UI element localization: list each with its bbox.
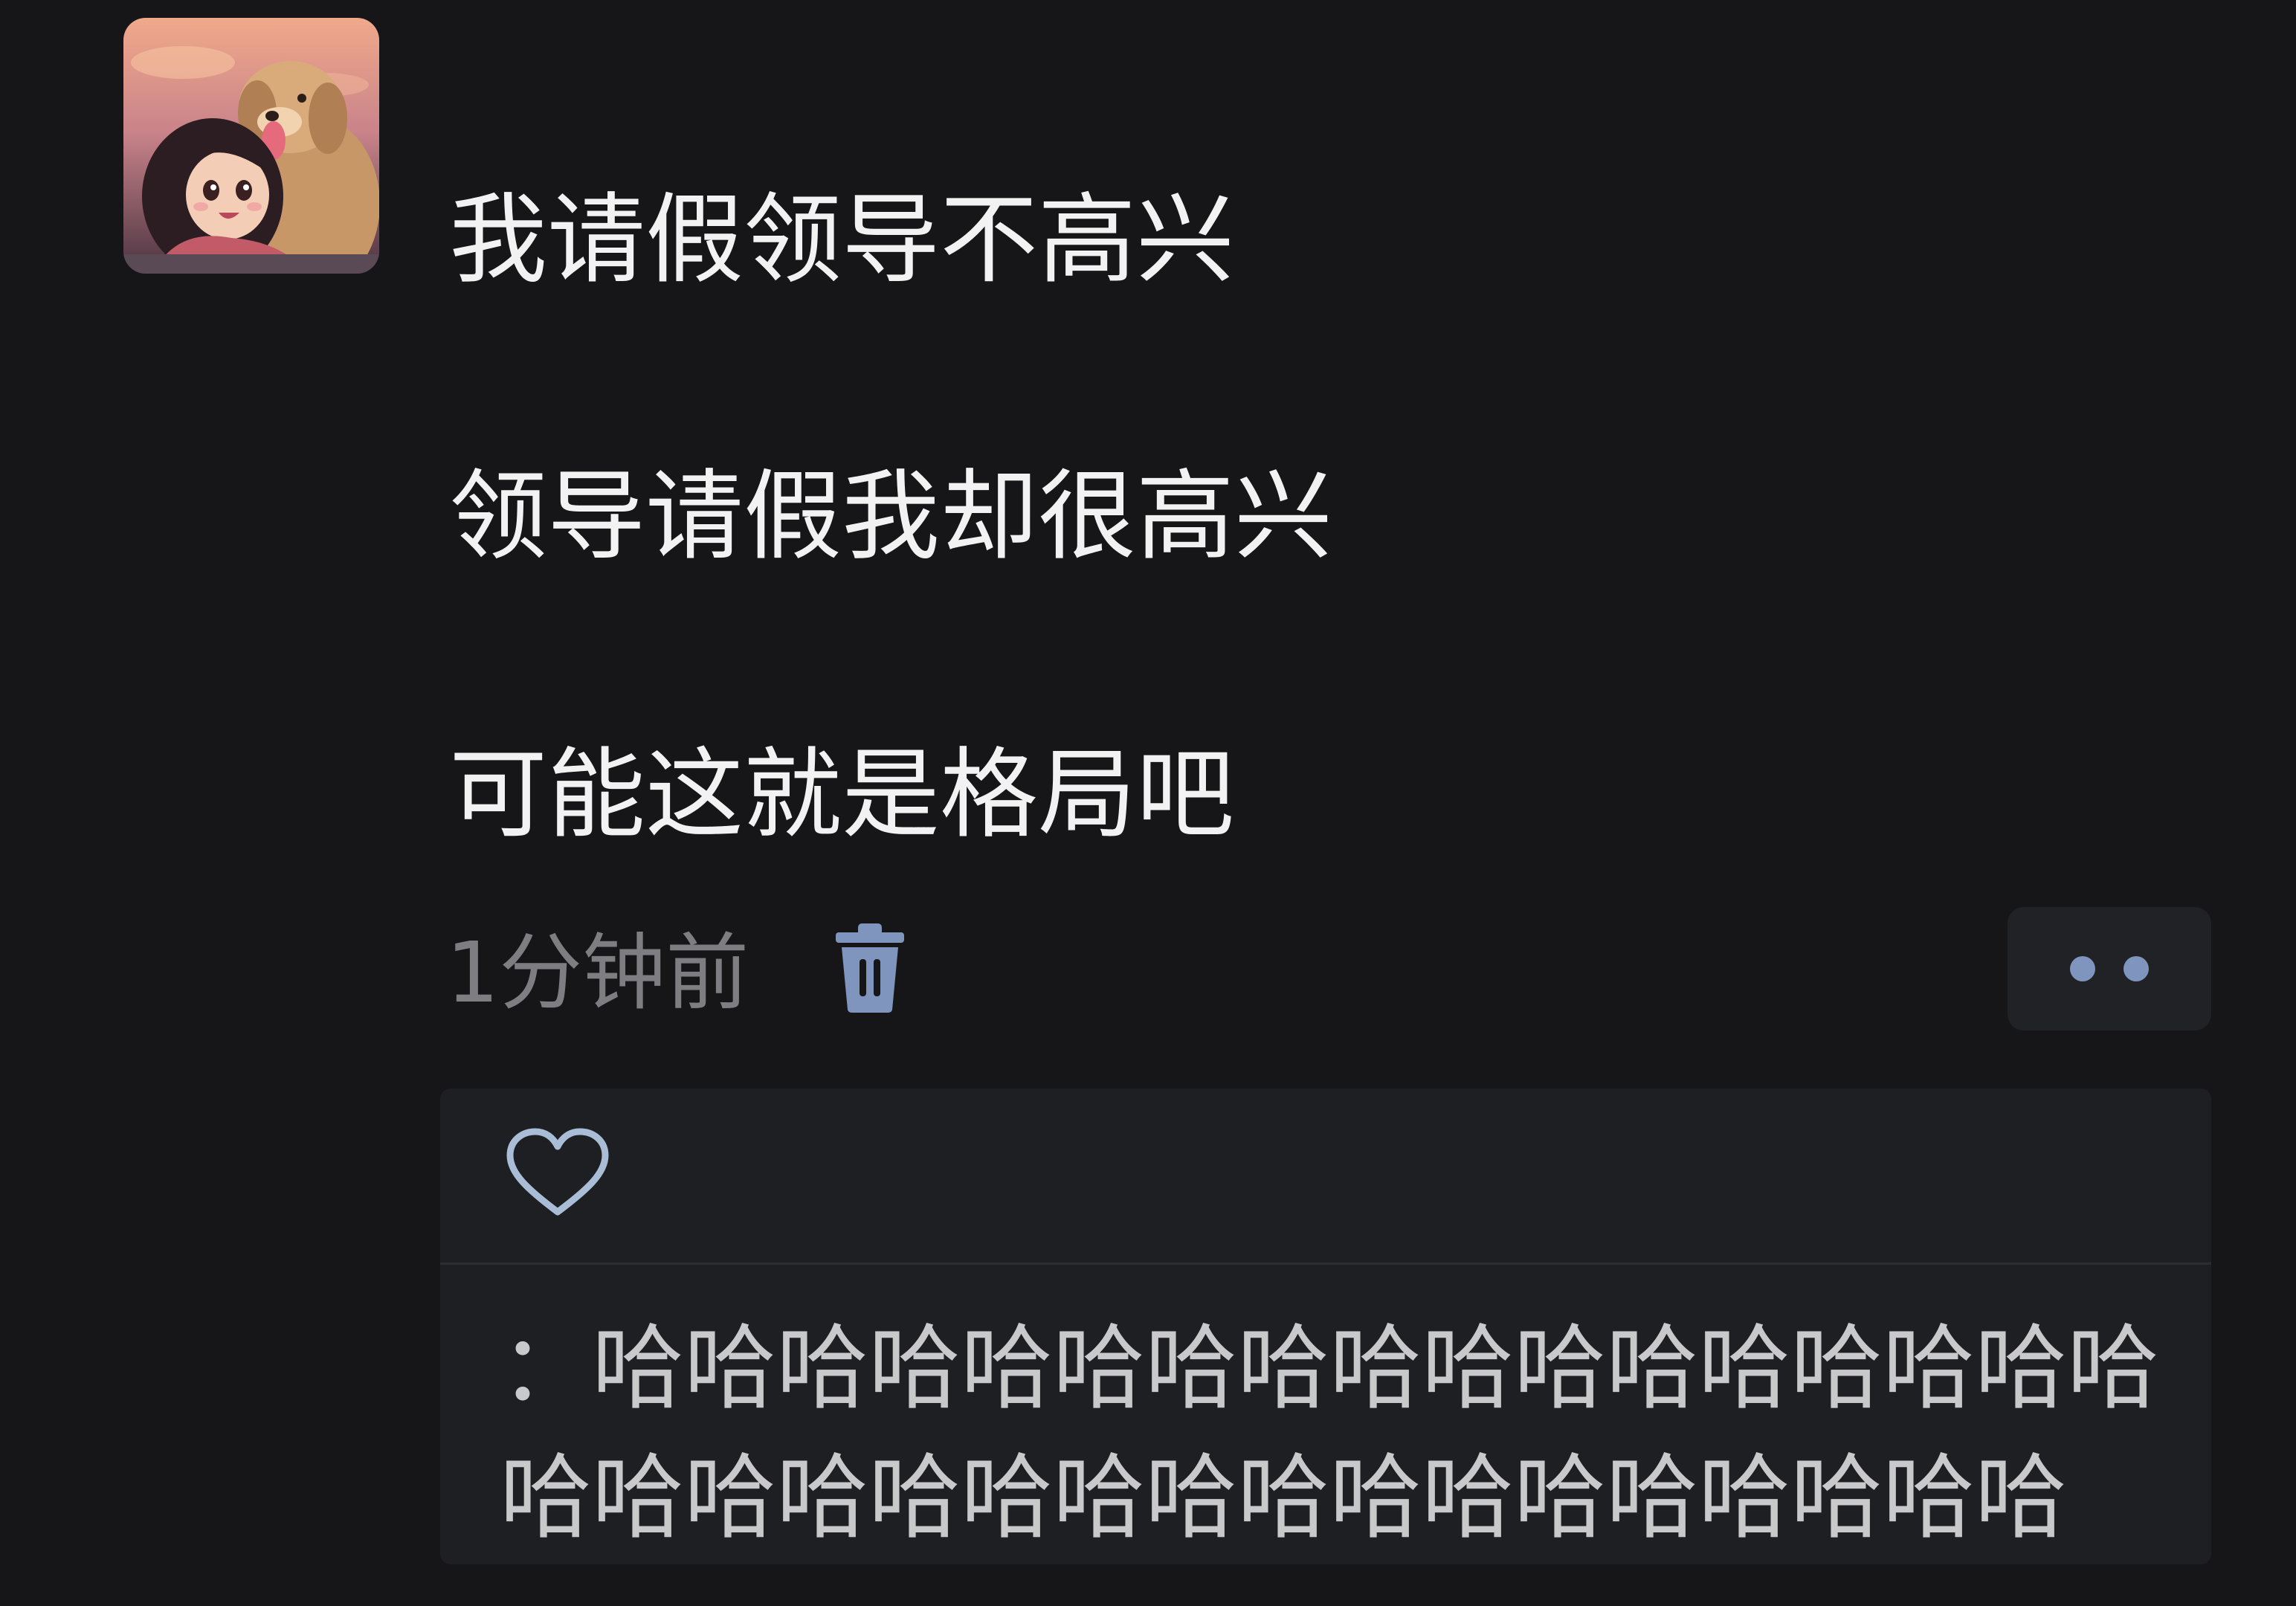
panel-divider (440, 1262, 2211, 1265)
post-timestamp: 1分钟前 (446, 925, 749, 1022)
more-dot-icon (2124, 956, 2149, 981)
heart-outline-icon[interactable] (506, 1127, 610, 1219)
post-line-2: 领导请假我却很高兴 (449, 459, 1332, 574)
more-dot-icon (2070, 956, 2095, 981)
trash-icon[interactable] (833, 922, 907, 1014)
interaction-panel: ：哈哈哈哈哈哈哈哈哈哈哈哈哈哈哈哈哈哈哈哈哈哈哈哈哈哈哈哈哈哈哈哈哈哈 (440, 1089, 2211, 1564)
post-line-3: 可能这就是格局吧 (449, 738, 1234, 852)
avatar-image (123, 18, 379, 274)
comment-item[interactable]: ：哈哈哈哈哈哈哈哈哈哈哈哈哈哈哈哈哈哈哈哈哈哈哈哈哈哈哈哈哈哈哈哈哈哈 (500, 1304, 2165, 1563)
post-line-1: 我请假领导不高兴 (449, 183, 1234, 297)
more-button[interactable] (2008, 907, 2211, 1031)
avatar[interactable] (123, 18, 379, 274)
comment-text: 哈哈哈哈哈哈哈哈哈哈哈哈哈哈哈哈哈哈哈哈哈哈哈哈哈哈哈哈哈哈哈哈哈哈 (500, 1315, 2160, 1552)
comment-separator: ： (500, 1315, 593, 1422)
